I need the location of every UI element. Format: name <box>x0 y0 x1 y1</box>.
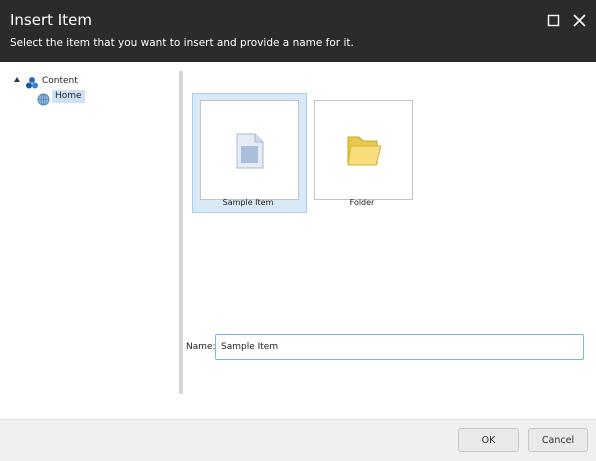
template-tile-sample-item[interactable] <box>200 100 299 200</box>
template-label: Folder <box>349 198 375 207</box>
dialog-subtitle: Select the item that you want to insert … <box>10 37 354 49</box>
dialog-title: Insert Item <box>10 11 92 29</box>
name-label: Name: <box>186 342 216 352</box>
dialog-footer: OK Cancel <box>0 419 596 461</box>
expand-toggle-icon[interactable] <box>14 77 20 82</box>
template-label: Sample Item <box>222 198 274 207</box>
tree-item-label: Content <box>42 76 78 86</box>
content-tree: Content Home <box>0 62 179 396</box>
maximize-icon <box>547 14 560 27</box>
document-icon <box>236 133 264 169</box>
close-icon <box>573 14 586 27</box>
folder-icon <box>347 136 382 166</box>
pane-splitter[interactable] <box>179 71 183 394</box>
content-tree-icon <box>25 75 39 89</box>
dialog-header: Insert Item Select the item that you wan… <box>0 0 596 62</box>
ok-button[interactable]: OK <box>458 428 519 452</box>
maximize-button[interactable] <box>545 12 563 30</box>
close-button[interactable] <box>571 12 589 30</box>
home-globe-icon <box>37 91 51 106</box>
template-tile-folder[interactable] <box>314 100 413 200</box>
name-input[interactable] <box>215 334 584 360</box>
cancel-button[interactable]: Cancel <box>528 428 588 452</box>
tree-item-label: Home <box>52 90 85 103</box>
